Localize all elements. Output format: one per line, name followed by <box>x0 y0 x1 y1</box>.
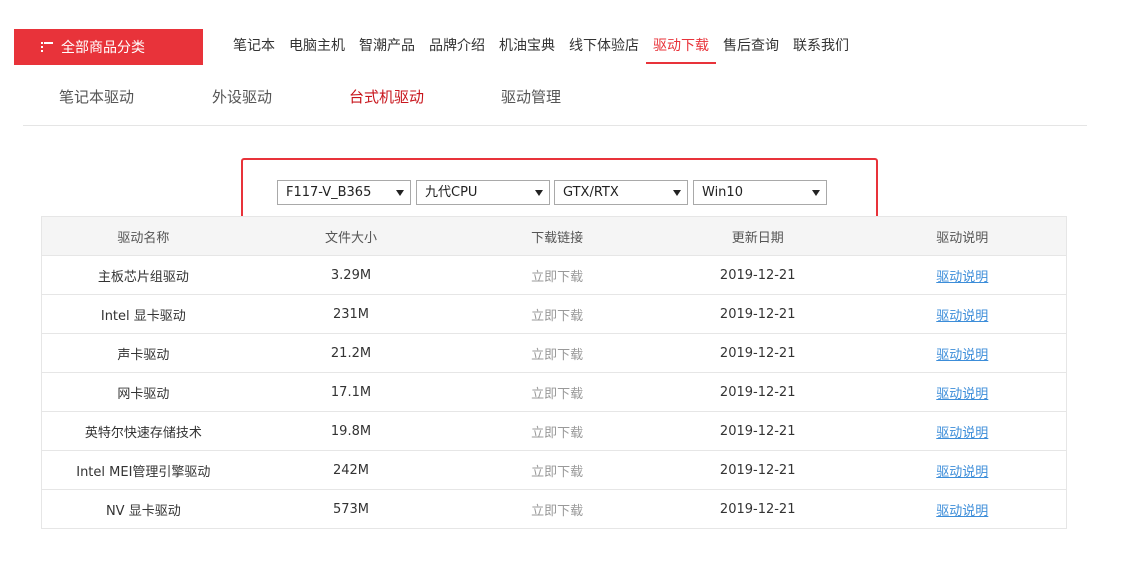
driver-name: Intel MEI管理引擎驱动 <box>41 450 245 490</box>
table-row: 网卡驱动 17.1M 立即下载 2019-12-21 驱动说明 <box>41 372 1067 412</box>
driver-desc-link[interactable]: 驱动说明 <box>936 504 988 519</box>
download-link[interactable]: 立即下载 <box>531 504 583 519</box>
driver-size: 21.2M <box>244 333 458 373</box>
table-row: 英特尔快速存储技术 19.8M 立即下载 2019-12-21 驱动说明 <box>41 411 1067 451</box>
driver-desc-link[interactable]: 驱动说明 <box>936 270 988 285</box>
download-link[interactable]: 立即下载 <box>531 426 583 441</box>
table-row: NV 显卡驱动 573M 立即下载 2019-12-21 驱动说明 <box>41 489 1067 529</box>
driver-date: 2019-12-21 <box>656 333 859 373</box>
driver-desc-link[interactable]: 驱动说明 <box>936 387 988 402</box>
driver-date: 2019-12-21 <box>656 489 859 529</box>
driver-date: 2019-12-21 <box>656 411 859 451</box>
driver-name: 主板芯片组驱动 <box>41 255 245 295</box>
driver-size: 19.8M <box>244 411 458 451</box>
driver-name: NV 显卡驱动 <box>41 489 245 529</box>
driver-date: 2019-12-21 <box>656 294 859 334</box>
driver-size: 242M <box>244 450 458 490</box>
all-categories-label: 全部商品分类 <box>61 40 145 56</box>
chevron-down-icon <box>396 190 404 196</box>
table-row: Intel MEI管理引擎驱动 242M 立即下载 2019-12-21 驱动说… <box>41 450 1067 490</box>
download-link[interactable]: 立即下载 <box>531 348 583 363</box>
main-nav: 笔记本 电脑主机 智潮产品 品牌介绍 机油宝典 线下体验店 驱动下载 售后查询 … <box>226 36 856 64</box>
os-select-value: Win10 <box>702 185 743 200</box>
download-link[interactable]: 立即下载 <box>531 387 583 402</box>
chevron-down-icon <box>812 190 820 196</box>
chevron-down-icon <box>673 190 681 196</box>
table-row: 主板芯片组驱动 3.29M 立即下载 2019-12-21 驱动说明 <box>41 255 1067 295</box>
model-select-value: F117-V_B365 <box>286 185 372 200</box>
col-header-date: 更新日期 <box>656 216 859 256</box>
cpu-select-value: 九代CPU <box>425 185 478 200</box>
nav-item-smart-products[interactable]: 智潮产品 <box>352 36 422 64</box>
table-row: 声卡驱动 21.2M 立即下载 2019-12-21 驱动说明 <box>41 333 1067 373</box>
table-row: Intel 显卡驱动 231M 立即下载 2019-12-21 驱动说明 <box>41 294 1067 334</box>
chevron-down-icon <box>535 190 543 196</box>
driver-subtabs: 笔记本驱动 外设驱动 台式机驱动 驱动管理 <box>23 79 1087 126</box>
col-header-size: 文件大小 <box>244 216 458 256</box>
menu-icon <box>41 42 53 52</box>
driver-name: 声卡驱动 <box>41 333 245 373</box>
nav-item-guide[interactable]: 机油宝典 <box>492 36 562 64</box>
nav-item-driver-download[interactable]: 驱动下载 <box>646 36 716 64</box>
driver-size: 231M <box>244 294 458 334</box>
os-select[interactable]: Win10 <box>693 180 827 205</box>
cpu-select[interactable]: 九代CPU <box>416 180 550 205</box>
driver-size: 3.29M <box>244 255 458 295</box>
nav-item-stores[interactable]: 线下体验店 <box>562 36 646 64</box>
table-header-row: 驱动名称 文件大小 下载链接 更新日期 驱动说明 <box>41 216 1067 256</box>
nav-item-desktop[interactable]: 电脑主机 <box>282 36 352 64</box>
driver-size: 573M <box>244 489 458 529</box>
driver-desc-link[interactable]: 驱动说明 <box>936 465 988 480</box>
gpu-select-value: GTX/RTX <box>563 185 619 200</box>
driver-desc-link[interactable]: 驱动说明 <box>936 426 988 441</box>
driver-date: 2019-12-21 <box>656 450 859 490</box>
nav-item-contact[interactable]: 联系我们 <box>786 36 856 64</box>
col-header-name: 驱动名称 <box>41 216 245 256</box>
col-header-desc: 驱动说明 <box>858 216 1067 256</box>
download-link[interactable]: 立即下载 <box>531 270 583 285</box>
download-link[interactable]: 立即下载 <box>531 309 583 324</box>
driver-name: 网卡驱动 <box>41 372 245 412</box>
all-categories-button[interactable]: 全部商品分类 <box>14 29 203 65</box>
nav-item-notebook[interactable]: 笔记本 <box>226 36 282 64</box>
driver-table: 驱动名称 文件大小 下载链接 更新日期 驱动说明 主板芯片组驱动 3.29M 立… <box>41 216 1067 529</box>
gpu-select[interactable]: GTX/RTX <box>554 180 688 205</box>
subtab-notebook-drivers[interactable]: 笔记本驱动 <box>59 86 134 107</box>
driver-name: Intel 显卡驱动 <box>41 294 245 334</box>
driver-desc-link[interactable]: 驱动说明 <box>936 309 988 324</box>
nav-item-after-sales[interactable]: 售后查询 <box>716 36 786 64</box>
driver-size: 17.1M <box>244 372 458 412</box>
nav-item-brand[interactable]: 品牌介绍 <box>422 36 492 64</box>
subtab-driver-management[interactable]: 驱动管理 <box>501 86 561 107</box>
driver-date: 2019-12-21 <box>656 372 859 412</box>
model-select[interactable]: F117-V_B365 <box>277 180 411 205</box>
subtab-peripheral-drivers[interactable]: 外设驱动 <box>212 86 272 107</box>
download-link[interactable]: 立即下载 <box>531 465 583 480</box>
col-header-link: 下载链接 <box>457 216 657 256</box>
subtab-desktop-drivers[interactable]: 台式机驱动 <box>349 86 424 107</box>
driver-name: 英特尔快速存储技术 <box>41 411 245 451</box>
driver-date: 2019-12-21 <box>656 255 859 295</box>
driver-desc-link[interactable]: 驱动说明 <box>936 348 988 363</box>
